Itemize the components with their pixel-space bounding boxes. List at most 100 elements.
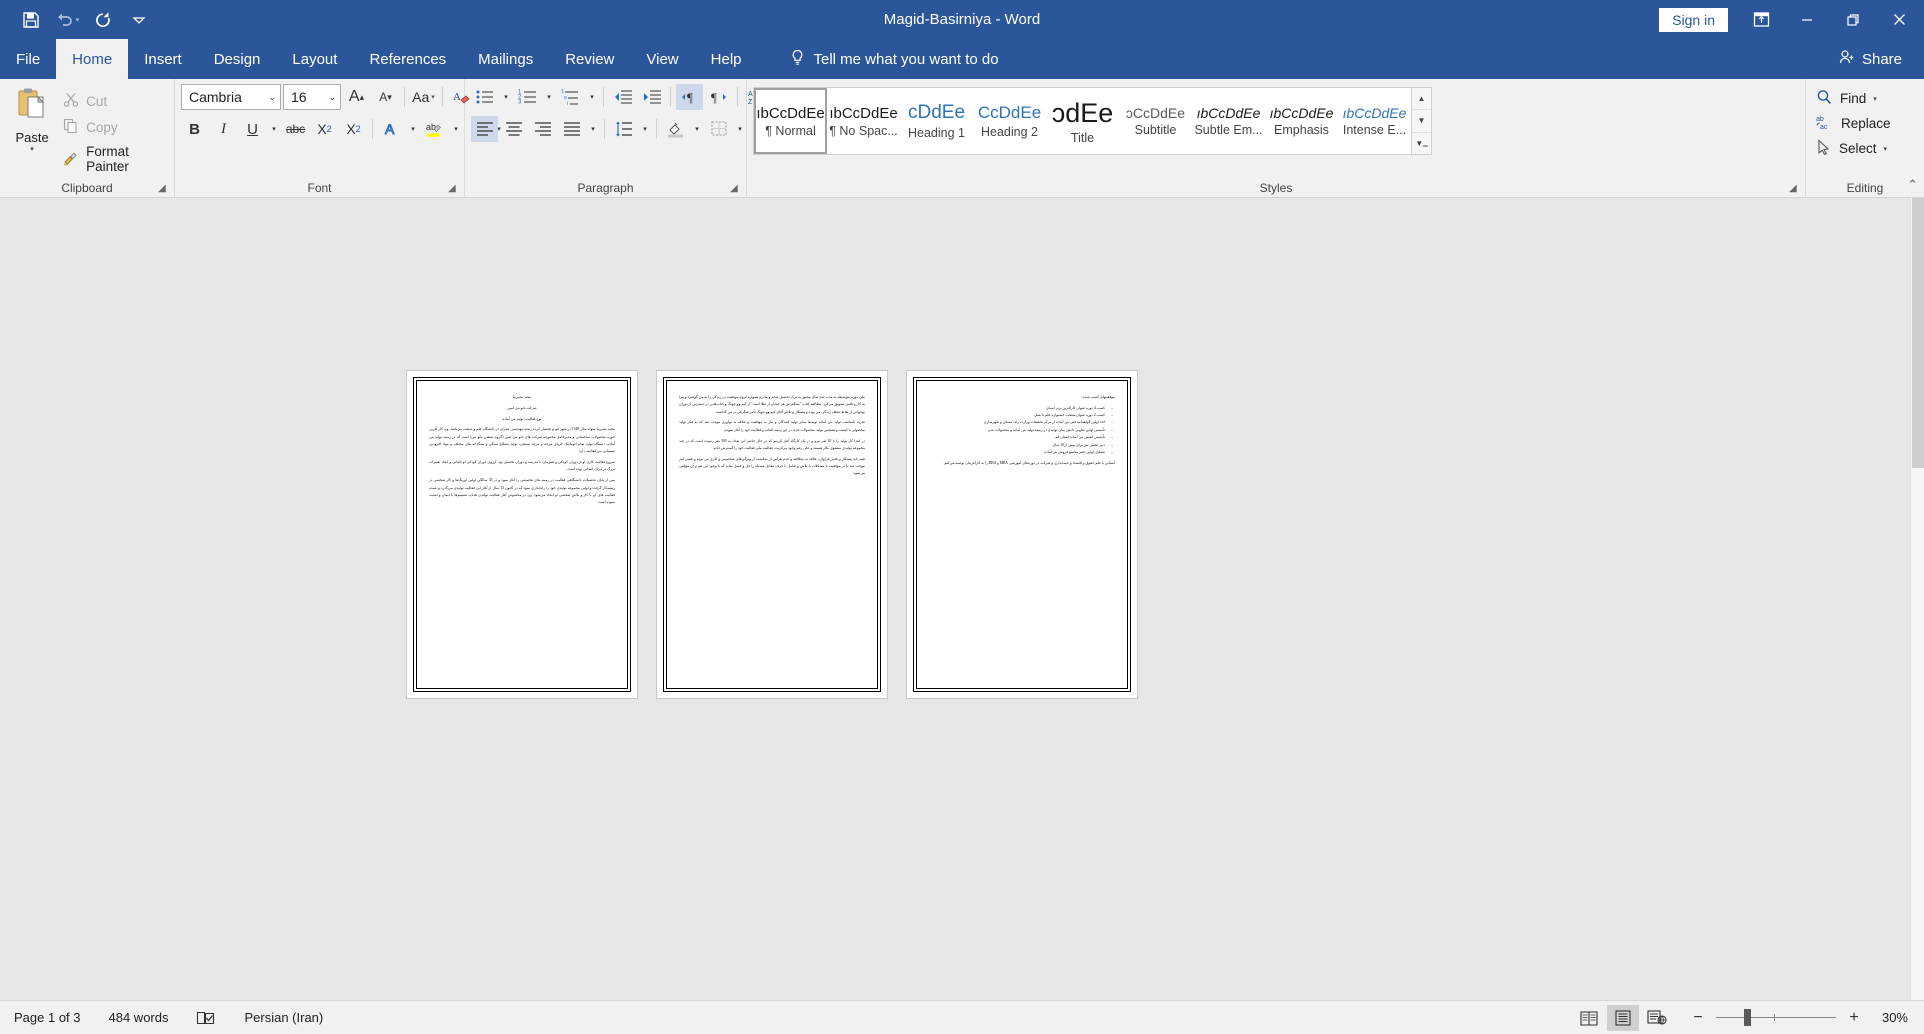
document-page-2[interactable]: طی دوره متوسطه به مدت سه سال مجبور به تر… xyxy=(656,370,888,699)
align-left-icon[interactable] xyxy=(471,116,498,142)
justify-dropdown-icon[interactable]: ▾ xyxy=(587,116,599,142)
shrink-font-icon[interactable]: A ▾ xyxy=(372,84,399,110)
borders-dropdown-icon[interactable]: ▾ xyxy=(734,116,746,142)
font-dialog-launcher[interactable]: ◢ xyxy=(448,183,460,195)
zoom-slider[interactable] xyxy=(1716,1009,1836,1026)
style-title[interactable]: ɔdEe Title xyxy=(1046,88,1119,154)
borders-icon[interactable] xyxy=(705,116,732,142)
tab-insert[interactable]: Insert xyxy=(128,39,198,79)
bullets-dropdown-icon[interactable]: ▾ xyxy=(500,84,512,110)
style-intense-emphasis[interactable]: ıbCcDdEe Intense E... xyxy=(1338,88,1411,154)
style-heading-2[interactable]: CcDdEe Heading 2 xyxy=(973,88,1046,154)
find-button[interactable]: Find ▾ xyxy=(1812,86,1881,111)
grow-font-icon[interactable]: A ▴ xyxy=(343,84,370,110)
zoom-in-button[interactable]: + xyxy=(1845,1009,1863,1027)
select-button[interactable]: Select ▾ xyxy=(1812,136,1891,161)
replace-button[interactable]: ab ac Replace xyxy=(1812,111,1895,136)
print-layout-view-button[interactable] xyxy=(1607,1004,1639,1031)
align-right-icon[interactable] xyxy=(529,116,556,142)
tab-file[interactable]: File xyxy=(0,39,56,79)
zoom-control[interactable]: − + 30% xyxy=(1689,1009,1908,1027)
customize-quick-access-icon[interactable] xyxy=(122,5,156,35)
shading-dropdown-icon[interactable]: ▾ xyxy=(691,116,703,142)
styles-scroll-up-icon[interactable]: ▲ xyxy=(1412,88,1431,111)
tab-design[interactable]: Design xyxy=(198,39,277,79)
numbering-icon[interactable]: 123 xyxy=(514,84,541,110)
undo-icon[interactable]: ▾ xyxy=(50,5,84,35)
find-dropdown-icon[interactable]: ▾ xyxy=(1873,95,1877,103)
zoom-level[interactable]: 30% xyxy=(1872,1010,1908,1025)
document-page-3[interactable]: موفقیتهای کسب شده: کسب 4 دوره عنوان کارآ… xyxy=(906,370,1138,699)
ribbon-display-options-icon[interactable] xyxy=(1738,0,1784,39)
line-spacing-dropdown-icon[interactable]: ▾ xyxy=(639,116,651,142)
numbering-dropdown-icon[interactable]: ▾ xyxy=(543,84,555,110)
close-icon[interactable] xyxy=(1876,0,1922,39)
web-layout-view-button[interactable] xyxy=(1641,1005,1673,1031)
multilevel-dropdown-icon[interactable]: ▾ xyxy=(586,84,598,110)
save-icon[interactable] xyxy=(14,5,48,35)
collapse-ribbon-icon[interactable]: ⌃ xyxy=(1907,177,1918,193)
style-normal[interactable]: ıbCcDdEe ¶ Normal xyxy=(754,88,827,154)
zoom-out-button[interactable]: − xyxy=(1689,1009,1707,1027)
increase-indent-icon[interactable] xyxy=(638,84,665,110)
tab-home[interactable]: Home xyxy=(56,39,129,79)
copy-button[interactable]: Copy xyxy=(58,116,168,139)
select-dropdown-icon[interactable]: ▾ xyxy=(1884,145,1888,153)
strikethrough-icon[interactable]: abc xyxy=(282,116,309,142)
multilevel-list-icon[interactable]: 1ai xyxy=(557,84,584,110)
text-effects-dropdown-icon[interactable]: ▾ xyxy=(407,116,419,142)
style-subtle-emphasis[interactable]: ıbCcDdEe Subtle Em... xyxy=(1192,88,1265,154)
style-no-spacing[interactable]: ıbCcDdEe ¶ No Spac... xyxy=(827,88,900,154)
read-mode-view-button[interactable] xyxy=(1573,1005,1605,1031)
subscript-icon[interactable]: X2 xyxy=(311,116,338,142)
change-case-icon[interactable]: Aa ▾ xyxy=(410,84,437,110)
bullets-icon[interactable] xyxy=(471,84,498,110)
ltr-text-direction-icon[interactable]: ¶ xyxy=(676,84,703,110)
styles-scroll-down-icon[interactable]: ▼ xyxy=(1412,110,1431,133)
clipboard-dialog-launcher[interactable]: ◢ xyxy=(158,183,170,195)
align-center-icon[interactable] xyxy=(500,116,527,142)
tab-review[interactable]: Review xyxy=(549,39,630,79)
justify-icon[interactable] xyxy=(558,116,585,142)
page-indicator[interactable]: Page 1 of 3 xyxy=(0,1010,95,1025)
styles-dialog-launcher[interactable]: ◢ xyxy=(1789,183,1801,195)
language-indicator[interactable]: Persian (Iran) xyxy=(230,1010,337,1025)
format-painter-button[interactable]: Format Painter xyxy=(58,142,168,176)
word-count[interactable]: 484 words xyxy=(95,1010,183,1025)
tab-help[interactable]: Help xyxy=(695,39,758,79)
tab-view[interactable]: View xyxy=(630,39,694,79)
document-page-1[interactable]: مجید بصیرنیا شرکت نانو بتن امین نوع فعال… xyxy=(406,370,638,699)
vertical-scrollbar[interactable] xyxy=(1910,198,1924,1000)
tell-me-search[interactable]: Tell me what you want to do xyxy=(790,39,999,79)
rtl-text-direction-icon[interactable]: ¶ xyxy=(705,84,732,110)
font-name-combobox[interactable]: Cambria ⌄ xyxy=(181,84,281,110)
share-button[interactable]: Share xyxy=(1839,39,1924,79)
style-emphasis[interactable]: ıbCcDdEe Emphasis xyxy=(1265,88,1338,154)
bold-icon[interactable]: B xyxy=(181,116,208,142)
tab-references[interactable]: References xyxy=(353,39,462,79)
zoom-slider-thumb[interactable] xyxy=(1744,1009,1751,1026)
underline-icon[interactable]: U xyxy=(239,116,266,142)
scrollbar-thumb[interactable] xyxy=(1912,198,1924,468)
text-highlight-color-icon[interactable]: ab xyxy=(421,116,448,142)
redo-icon[interactable] xyxy=(86,5,120,35)
tab-mailings[interactable]: Mailings xyxy=(462,39,549,79)
superscript-icon[interactable]: X2 xyxy=(340,116,367,142)
paragraph-dialog-launcher[interactable]: ◢ xyxy=(730,183,742,195)
highlight-dropdown-icon[interactable]: ▾ xyxy=(450,116,462,142)
italic-icon[interactable]: I xyxy=(210,116,237,142)
styles-gallery[interactable]: ıbCcDdEe ¶ Normal ıbCcDdEe ¶ No Spac... … xyxy=(753,87,1432,155)
style-subtitle[interactable]: ɔCcDdEe Subtitle xyxy=(1119,88,1192,154)
tab-layout[interactable]: Layout xyxy=(276,39,353,79)
shading-icon[interactable] xyxy=(662,116,689,142)
minimize-icon[interactable] xyxy=(1784,0,1830,39)
restore-icon[interactable] xyxy=(1830,0,1876,39)
decrease-indent-icon[interactable] xyxy=(609,84,636,110)
sign-in-button[interactable]: Sign in xyxy=(1659,7,1728,32)
font-size-combobox[interactable]: 16 ⌄ xyxy=(283,84,341,110)
text-effects-icon[interactable]: A xyxy=(378,116,405,142)
proofing-errors-icon[interactable] xyxy=(182,1010,230,1026)
cut-button[interactable]: Cut xyxy=(58,90,168,113)
line-spacing-icon[interactable] xyxy=(610,116,637,142)
paste-button[interactable]: Paste ▾ xyxy=(6,84,58,153)
